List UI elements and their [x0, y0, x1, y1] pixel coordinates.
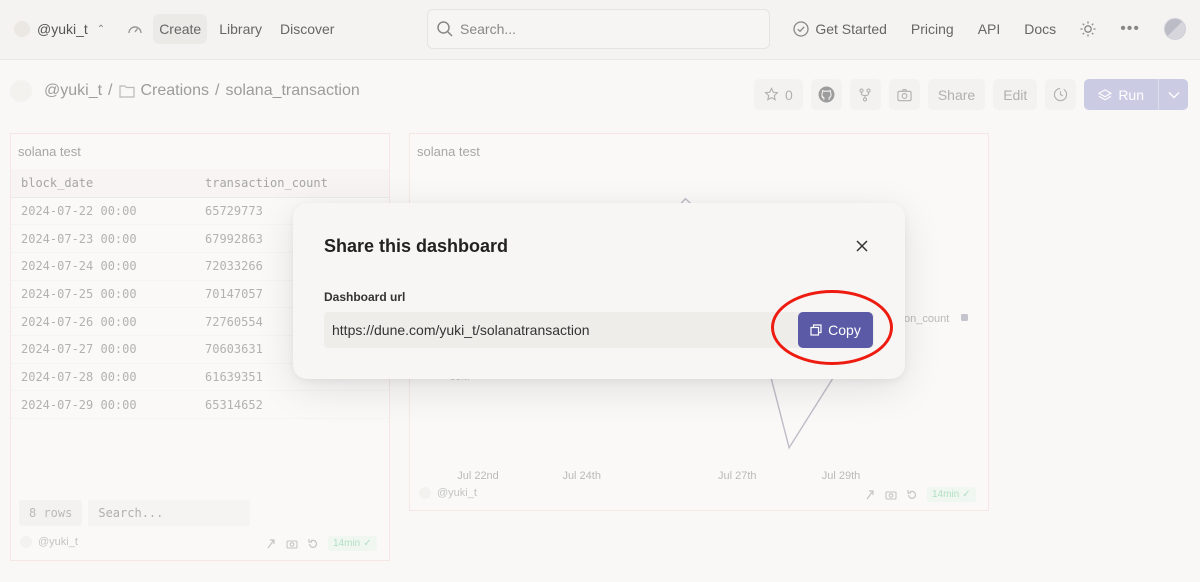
global-search[interactable]: [427, 9, 770, 49]
close-icon[interactable]: [855, 239, 869, 253]
pricing-link[interactable]: Pricing: [911, 21, 954, 37]
nav-create[interactable]: Create: [153, 14, 208, 44]
account-username: @yuki_t: [37, 21, 88, 37]
nav-discover[interactable]: Discover: [274, 14, 340, 44]
check-circle-icon: [793, 21, 809, 37]
more-icon[interactable]: •••: [1120, 20, 1140, 38]
account-avatar: [14, 21, 30, 37]
search-input[interactable]: [460, 21, 750, 37]
nav-library[interactable]: Library: [213, 14, 268, 44]
search-icon: [437, 21, 453, 37]
docs-link[interactable]: Docs: [1024, 21, 1056, 37]
chevron-up-down-icon: ⌃: [96, 23, 106, 35]
highlight-annotation: [771, 290, 893, 365]
get-started-label: Get Started: [815, 21, 887, 37]
get-started-link[interactable]: Get Started: [793, 21, 887, 37]
sun-icon[interactable]: [1080, 21, 1096, 37]
api-link[interactable]: API: [978, 21, 1001, 37]
url-field-label: Dashboard url: [324, 290, 406, 304]
account-switcher[interactable]: @yuki_t ⌃: [14, 21, 105, 37]
gauge-icon[interactable]: [127, 21, 143, 37]
user-avatar[interactable]: [1164, 18, 1186, 40]
dialog-title: Share this dashboard: [324, 236, 509, 256]
